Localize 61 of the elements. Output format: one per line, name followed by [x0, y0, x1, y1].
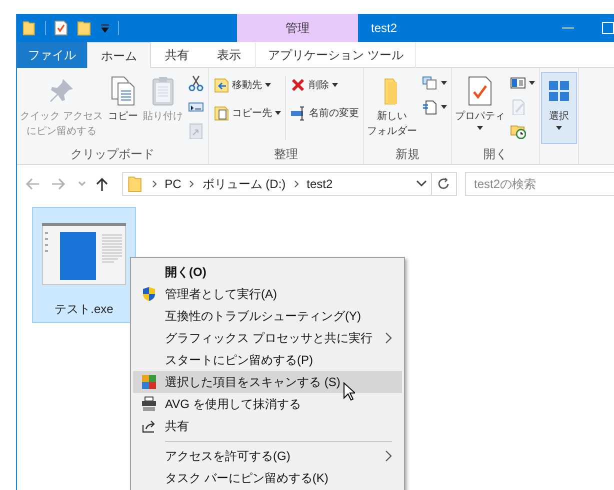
new-folder-icon[interactable]	[76, 20, 92, 36]
ribbon-button[interactable]: 名前の変更	[286, 100, 362, 126]
shield-icon	[141, 286, 157, 302]
ribbon-button[interactable]: コピー	[104, 72, 141, 144]
ribbon-button[interactable]: 削除	[286, 72, 362, 98]
folder-icon	[126, 175, 144, 193]
breadcrumb-link[interactable]: PC	[164, 177, 182, 191]
breadcrumb-link[interactable]: ボリューム (D:)	[202, 176, 286, 192]
ribbon-button[interactable]: コピー先	[210, 100, 284, 126]
ribbon-button[interactable]: 移動先	[210, 72, 284, 98]
file-item[interactable]: テスト.exe	[32, 207, 136, 323]
shredder-icon	[141, 396, 157, 412]
contextual-tab-header: 管理	[237, 14, 358, 42]
customize-dropdown-icon[interactable]	[100, 23, 110, 33]
context-menu-item[interactable]: 選択した項目をスキャンする (S)	[133, 371, 402, 393]
ribbon-tab[interactable]: 表示	[203, 42, 255, 68]
mouse-pointer-icon	[343, 382, 355, 401]
edit-icon	[510, 99, 526, 115]
paste-shortcut-icon	[188, 123, 204, 139]
maximize-icon[interactable]	[601, 21, 614, 35]
chevron-right-icon	[385, 450, 392, 462]
folder-icon	[21, 20, 37, 36]
search-field[interactable]: test2の検索	[465, 172, 614, 196]
ribbon-tab[interactable]: ホーム	[87, 42, 151, 69]
move-to-icon	[212, 77, 229, 93]
chevron-right-icon	[189, 180, 194, 188]
properties-icon[interactable]	[54, 20, 68, 36]
new-item-icon	[422, 75, 438, 91]
rename-icon	[290, 105, 306, 121]
application-thumbnail-icon	[42, 223, 126, 285]
chevron-right-icon	[385, 332, 392, 344]
ribbon-button[interactable]: プロパティ	[452, 72, 507, 144]
file-menu-tab[interactable]: ファイル	[17, 42, 87, 68]
context-menu-item[interactable]: 互換性のトラブルシューティング(Y)	[133, 305, 402, 327]
ribbon-group-label: 開く	[482, 146, 508, 162]
context-menu-item[interactable]: グラフィックス プロセッサと共に実行	[133, 327, 402, 349]
context-menu-item[interactable]: AVG を使用して抹消する	[133, 393, 402, 415]
share-icon	[141, 418, 157, 434]
ribbon-group-label: 新規	[394, 146, 420, 162]
chevron-right-icon	[152, 180, 157, 188]
context-menu-item[interactable]: 管理者として実行(A)	[133, 283, 402, 305]
context-menu-item[interactable]: タスク バーにピン留めする(K)	[133, 467, 402, 489]
context-menu-item[interactable]: 開く(O)	[133, 261, 402, 283]
chevron-down-icon[interactable]	[416, 180, 427, 188]
copy-to-icon	[212, 105, 229, 121]
refresh-icon[interactable]	[438, 178, 450, 190]
history-icon	[510, 123, 526, 139]
scissors-icon	[188, 75, 204, 91]
window-title: test2	[371, 21, 398, 35]
context-menu-item[interactable]: 共有	[133, 415, 402, 437]
ribbon-button[interactable]: 選択	[540, 72, 577, 144]
delete-icon	[290, 77, 306, 93]
context-menu-item[interactable]: アクセスを許可する(G)	[133, 445, 402, 467]
ribbon-group-label: 整理	[272, 146, 299, 162]
breadcrumb-link[interactable]: test2	[306, 177, 333, 191]
ribbon-group-label: クリップボード	[69, 146, 156, 162]
ribbon-button[interactable]: 新しい フォルダー	[364, 72, 419, 144]
ribbon-tab[interactable]: 共有	[151, 42, 203, 68]
context-menu-item[interactable]: スタートにピン留めする(P)	[133, 349, 402, 371]
chevron-right-icon	[294, 180, 299, 188]
antivirus-logo-icon	[141, 374, 157, 390]
